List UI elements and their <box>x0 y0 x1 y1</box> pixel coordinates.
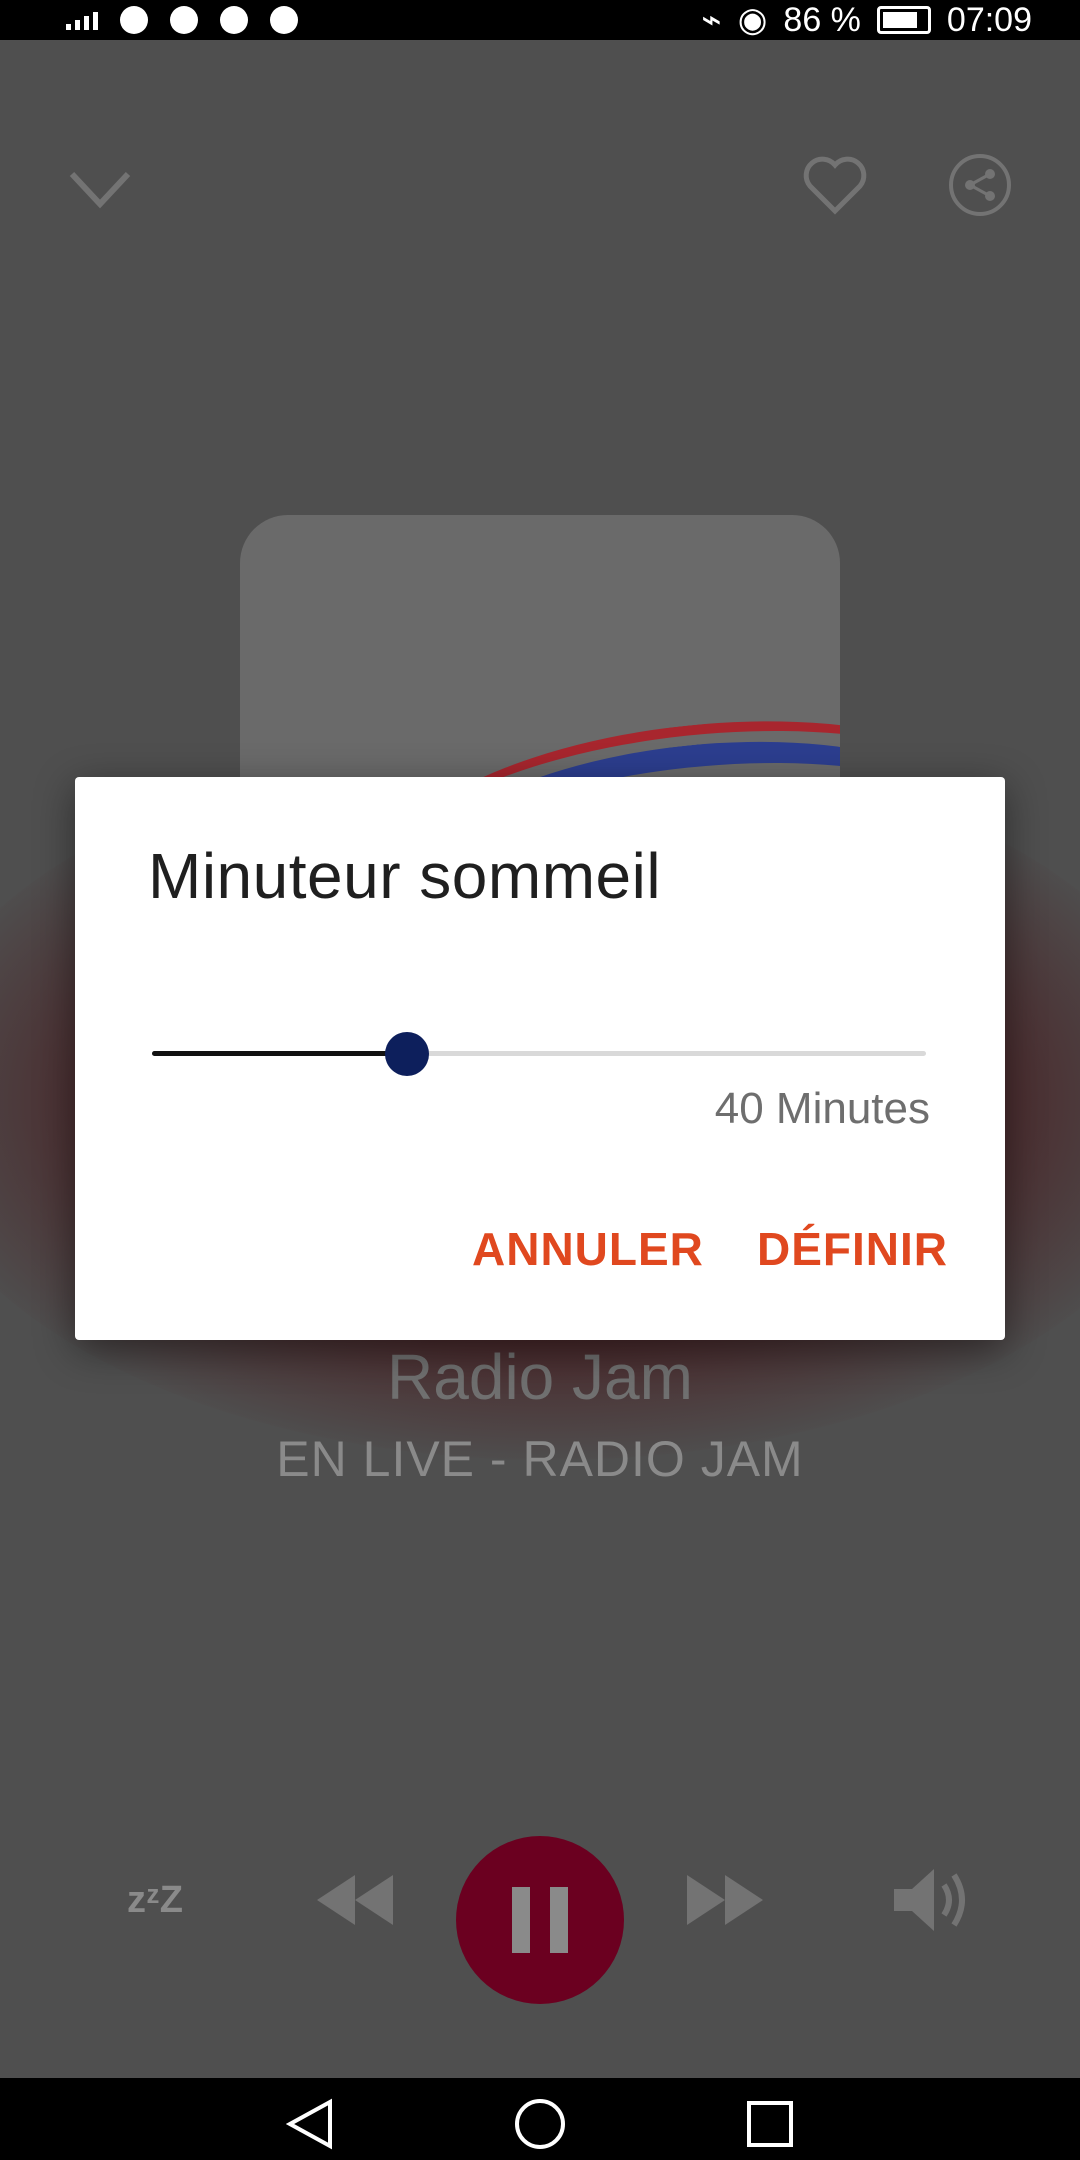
pause-icon <box>512 1887 568 1953</box>
dialog-title: Minuteur sommeil <box>148 840 662 912</box>
hotspot-icon <box>170 6 198 34</box>
pause-button[interactable] <box>456 1836 624 2004</box>
status-icons-left <box>66 0 298 40</box>
fast-forward-icon <box>687 1875 763 1925</box>
cast-icon: ⌁ <box>701 1 722 39</box>
facebook-icon <box>270 6 298 34</box>
rewind-icon <box>317 1875 393 1925</box>
sleep-timer-dialog: Minuteur sommeil 40 Minutes ANNULER DÉFI… <box>75 777 1005 1340</box>
chevron-down-icon <box>69 171 131 209</box>
rewind-button[interactable] <box>310 1860 400 1940</box>
set-button[interactable]: DÉFINIR <box>757 1222 948 1276</box>
slider-thumb[interactable] <box>385 1032 430 1076</box>
sleep-timer-slider[interactable] <box>152 1032 926 1076</box>
wifi-icon <box>120 6 148 34</box>
station-name: Radio Jam <box>387 1341 693 1413</box>
slider-fill <box>152 1051 408 1056</box>
status-bar: ⌁ ◉ 86 % 07:09 <box>0 0 1080 40</box>
back-button[interactable] <box>280 2094 340 2154</box>
volume-button[interactable] <box>885 1855 975 1945</box>
home-button[interactable] <box>510 2094 570 2154</box>
battery-icon <box>876 6 931 34</box>
playback-controls: zᶻZ <box>0 1800 1080 2004</box>
battery-percent: 86 % <box>783 0 861 39</box>
share-button[interactable] <box>940 145 1020 225</box>
eye-icon: ◉ <box>737 1 768 39</box>
clock: 07:09 <box>946 0 1032 39</box>
slider-value-label: 40 Minutes <box>714 1084 930 1133</box>
heart-icon <box>803 156 867 215</box>
share-icon <box>949 154 1011 216</box>
favorite-button[interactable] <box>795 145 875 225</box>
recents-button[interactable] <box>740 2094 800 2154</box>
station-subtitle: EN LIVE - RADIO JAM <box>276 1431 804 1487</box>
recents-icon <box>747 2101 793 2147</box>
fast-forward-button[interactable] <box>680 1860 770 1940</box>
status-icons-right: ⌁ ◉ 86 % 07:09 <box>701 0 1032 40</box>
back-icon <box>286 2098 332 2150</box>
signal-icon <box>66 10 98 30</box>
sleep-timer-button[interactable]: zᶻZ <box>110 1860 200 1940</box>
home-icon <box>515 2099 565 2149</box>
navigation-bar <box>0 2078 1080 2160</box>
volume-icon <box>894 1869 965 1931</box>
cancel-button[interactable]: ANNULER <box>472 1222 704 1276</box>
collapse-button[interactable] <box>60 150 140 230</box>
sleep-icon: zᶻZ <box>127 1878 183 1921</box>
notification-icon <box>220 6 248 34</box>
